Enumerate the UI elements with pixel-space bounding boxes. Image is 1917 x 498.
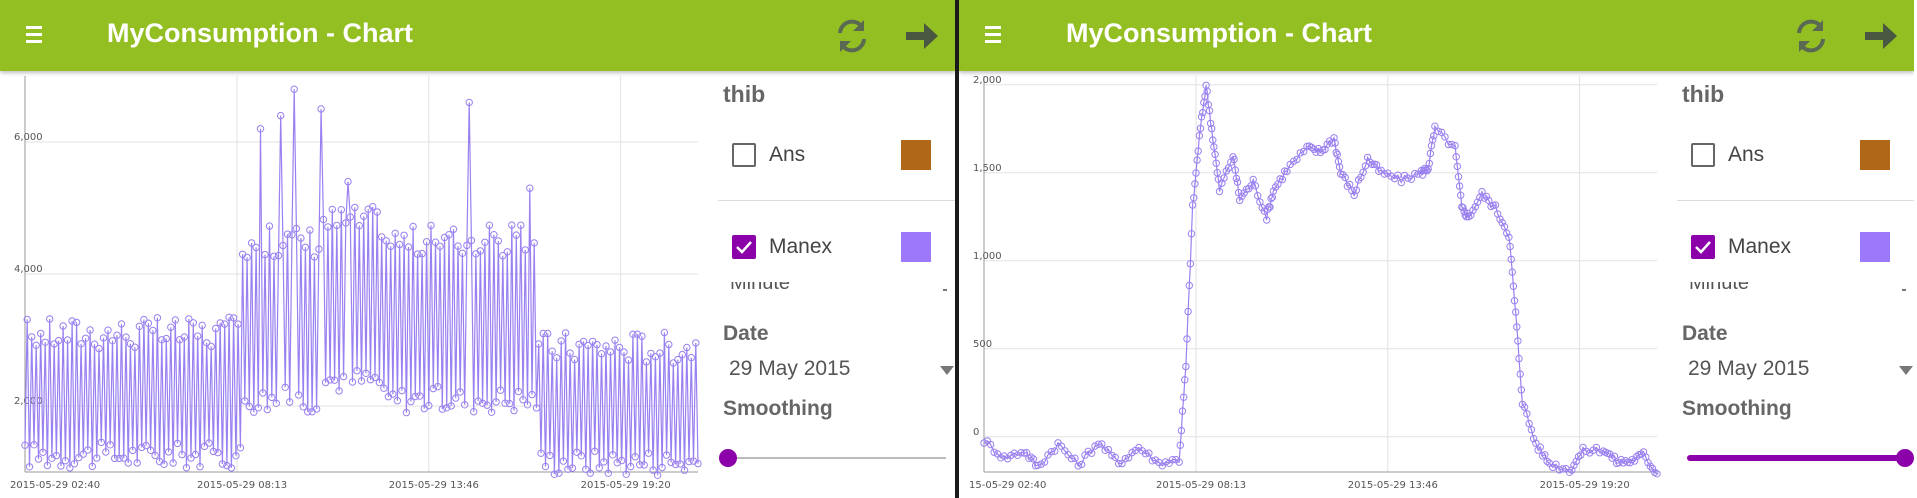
app-title: MyConsumption - Chart: [107, 18, 413, 48]
screen-right: MyConsumption - Chart 0 500 1,000 1,500 2,00…: [959, 0, 1914, 498]
y-tick-label: 500: [973, 339, 992, 350]
refresh-icon[interactable]: [832, 16, 872, 56]
app-bar: MyConsumption - Chart: [0, 0, 955, 71]
dataset-label-ans: Ans: [769, 143, 806, 166]
x-tick-label: 2015-05-29 08:13: [1156, 480, 1246, 491]
x-tick-label: 2015-05-29 08:13: [197, 480, 287, 491]
granularity-clip: Minute: [703, 282, 955, 296]
x-tick-label: 2015-05-29 19:20: [1540, 480, 1630, 491]
dataset-row-ans[interactable]: Ans: [1682, 136, 1912, 176]
y-tick-label: 0: [973, 427, 979, 438]
ans-checkbox[interactable]: [732, 143, 756, 167]
ans-checkbox[interactable]: [1691, 143, 1715, 167]
dataset-label-manex: Manex: [769, 235, 833, 258]
dataset-row-manex[interactable]: Manex: [1682, 228, 1912, 268]
dataset-label-manex: Manex: [1728, 235, 1792, 258]
x-tick-label: 2015-05-29 13:46: [389, 480, 479, 491]
slider-thumb[interactable]: [1896, 449, 1914, 467]
smoothing-label: Smoothing: [1682, 397, 1792, 420]
y-tick-label: 2,000: [973, 75, 1002, 86]
date-picker[interactable]: 29 May 2015: [729, 357, 850, 381]
x-tick-label: 2015-05-29 13:46: [1348, 480, 1438, 491]
dataset-row-ans[interactable]: Ans: [723, 136, 953, 176]
granularity-dropdown-icon[interactable]: [943, 289, 947, 291]
date-dropdown-icon[interactable]: [1899, 366, 1913, 375]
slider-thumb[interactable]: [719, 449, 737, 467]
data-series-line: [24, 89, 699, 476]
slider-fill: [1687, 455, 1905, 461]
divider: [718, 200, 955, 201]
granularity-value[interactable]: Minute: [730, 282, 790, 295]
date-label: Date: [1682, 322, 1728, 345]
granularity-dropdown-icon[interactable]: [1902, 289, 1906, 291]
x-tick-label: 2015-05-29 02:40: [10, 480, 100, 491]
manex-color-swatch: [1860, 232, 1890, 262]
arrow-right-icon[interactable]: [902, 16, 942, 56]
date-dropdown-icon[interactable]: [940, 366, 954, 375]
hamburger-icon[interactable]: [985, 24, 1005, 46]
y-tick-label: 4,000: [14, 264, 43, 275]
app-bar: MyConsumption - Chart: [959, 0, 1914, 71]
smoothing-label: Smoothing: [723, 397, 833, 420]
divider: [1677, 200, 1914, 201]
chart-svg: 2,0004,0006,0002015-05-29 02:40 2015-05-2…: [10, 76, 702, 491]
arrow-right-icon[interactable]: [1861, 16, 1901, 56]
ans-color-swatch: [1860, 140, 1890, 170]
granularity-value[interactable]: Minute: [1689, 282, 1749, 295]
y-tick-label: 1,500: [973, 163, 1002, 174]
manex-checkbox[interactable]: [1691, 235, 1715, 259]
x-tick-label: 15-05-29 02:40: [969, 480, 1046, 491]
x-tick-label: 2015-05-29 19:20: [581, 480, 671, 491]
smoothing-slider[interactable]: [1687, 443, 1914, 473]
chart-svg: 0 500 1,000 1,500 2,000 15-05-29 02:40 2015-05…: [969, 75, 1661, 491]
consumption-chart[interactable]: 2,000 4,000 6,000 2015-05-29 02:40 2015-05-2…: [0, 71, 703, 498]
app-title: MyConsumption - Chart: [1066, 18, 1372, 48]
manex-color-swatch: [901, 232, 931, 262]
y-tick-label: 6,000: [14, 132, 43, 143]
granularity-clip: Minute: [1662, 282, 1914, 296]
date-label: Date: [723, 322, 769, 345]
smoothing-slider[interactable]: [719, 443, 946, 473]
owner-name: thib: [723, 81, 766, 107]
dataset-label-ans: Ans: [1728, 143, 1765, 166]
data-series-line: [983, 85, 1658, 475]
hamburger-icon[interactable]: [26, 24, 46, 46]
date-picker[interactable]: 29 May 2015: [1688, 357, 1809, 381]
owner-name: thib: [1682, 81, 1725, 107]
screen-left: MyConsumption - Chart 2,000 4,000 6,000 201…: [0, 0, 955, 498]
settings-panel: thib Ans Manex Minute Date 29 May 2015 S…: [703, 71, 955, 498]
check-icon: [736, 241, 752, 254]
y-tick-label: 1,000: [973, 251, 1002, 262]
dataset-row-manex[interactable]: Manex: [723, 228, 953, 268]
slider-track: [728, 457, 946, 459]
ans-color-swatch: [901, 140, 931, 170]
settings-panel: thib Ans Manex Minute Date 29 May 2015 S…: [1662, 71, 1914, 498]
refresh-icon[interactable]: [1791, 16, 1831, 56]
manex-checkbox[interactable]: [732, 235, 756, 259]
check-icon: [1695, 241, 1711, 254]
consumption-chart[interactable]: 0 500 1,000 1,500 2,000 15-05-29 02:40 2015-05…: [959, 71, 1662, 498]
